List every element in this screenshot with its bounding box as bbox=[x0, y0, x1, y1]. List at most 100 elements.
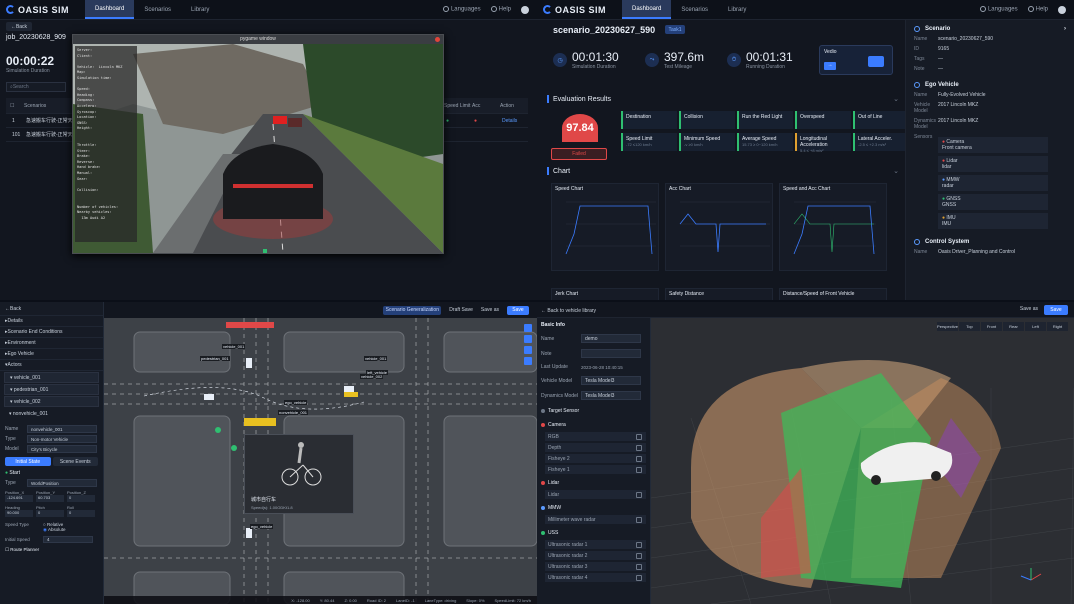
sensor-group-row[interactable]: Lidar bbox=[541, 478, 646, 488]
sensor-item[interactable]: Ultrasonic radar 1 bbox=[545, 540, 646, 549]
speed-chart[interactable]: Speed Chart bbox=[551, 183, 659, 271]
criteria-cell: Collision bbox=[679, 111, 735, 129]
dynamics-model-select[interactable]: Tesla Model3 bbox=[581, 391, 641, 400]
position-z-field[interactable]: 0 bbox=[67, 495, 95, 502]
vehicle-model-select[interactable]: Tesla Model3 bbox=[581, 376, 641, 385]
sensor-group-row[interactable]: Camera bbox=[541, 420, 646, 430]
sidebar-item-environment[interactable]: ▸ Environment bbox=[0, 338, 103, 349]
nav-scenarios[interactable]: Scenarios bbox=[671, 0, 718, 19]
view-button-right[interactable]: Right bbox=[1047, 322, 1068, 331]
brand-logo[interactable]: OASIS SIM bbox=[537, 5, 622, 15]
name-field[interactable]: nonvehicle_001 bbox=[27, 425, 97, 433]
zoom-out-icon[interactable] bbox=[524, 346, 532, 354]
camera-icon bbox=[868, 56, 884, 67]
play-arrow-icon[interactable]: → bbox=[824, 62, 836, 70]
actor-item[interactable]: ▾ pedestrian_001 bbox=[4, 384, 99, 395]
zoom-in-icon[interactable] bbox=[524, 335, 532, 343]
front-vehicle-chart[interactable]: Distance/Speed of Front Vehicle bbox=[779, 288, 887, 300]
back-to-library-link[interactable]: ← Back to vehicle library bbox=[541, 308, 596, 314]
acc-chart[interactable]: Acc Chart bbox=[665, 183, 773, 271]
model-select[interactable]: City's Bicycle bbox=[27, 445, 97, 453]
close-icon[interactable] bbox=[435, 37, 440, 42]
sidebar-item-actors[interactable]: ▾ Actors bbox=[0, 360, 103, 371]
sensor-item[interactable]: Depth bbox=[545, 443, 646, 452]
initial-speed-field[interactable]: 4 bbox=[43, 536, 93, 543]
type-select[interactable]: Non-motor Vehicle bbox=[27, 435, 97, 443]
speed-acc-chart[interactable]: Speed and Acc Chart bbox=[779, 183, 887, 271]
sidebar-item-ego-vehicle[interactable]: ▸ Ego Vehicle bbox=[0, 349, 103, 360]
actor-item[interactable]: ▾ vehicle_001 bbox=[4, 372, 99, 383]
chart-section-header[interactable]: Chart ⌄ bbox=[547, 167, 899, 175]
sensor-group-row[interactable]: USS bbox=[541, 528, 646, 538]
sensor-group-row[interactable]: MMW bbox=[541, 503, 646, 513]
languages-menu[interactable]: Languages bbox=[442, 6, 481, 13]
sensor-item[interactable]: RGB bbox=[545, 432, 646, 441]
3d-sensor-viewport[interactable]: Perspective Top Front Rear Left Right bbox=[650, 318, 1074, 604]
help-menu[interactable]: Help bbox=[490, 6, 511, 13]
scenario-heading[interactable]: Scenario › bbox=[914, 26, 1066, 32]
position-y-field[interactable]: 60.703 bbox=[36, 495, 64, 502]
save-as-button[interactable]: Save as bbox=[481, 307, 499, 313]
scenario-generalization-button[interactable]: Scenario Generalization bbox=[383, 305, 442, 315]
sensor-item[interactable]: Ultrasonic radar 4 bbox=[545, 573, 646, 582]
sensor-item[interactable]: Fisheye 1 bbox=[545, 465, 646, 474]
view-button-perspective[interactable]: Perspective bbox=[937, 322, 958, 331]
back-button[interactable]: ← Back bbox=[6, 22, 32, 31]
select-all-checkbox[interactable]: ☐ bbox=[10, 103, 24, 109]
help-menu[interactable]: Help bbox=[1027, 6, 1048, 13]
note-field[interactable] bbox=[581, 349, 641, 358]
view-button-left[interactable]: Left bbox=[1025, 322, 1046, 331]
sidebar-item-details[interactable]: ▸ Details bbox=[0, 316, 103, 327]
target-sensor-row[interactable]: Target Sensor bbox=[541, 406, 646, 416]
pitch-field[interactable]: 0 bbox=[36, 510, 64, 517]
safety-distance-chart[interactable]: Safety Distance bbox=[665, 288, 773, 300]
actor-item[interactable]: ▾ nonvehicle_001 bbox=[4, 408, 99, 419]
nav-library[interactable]: Library bbox=[181, 0, 219, 19]
select-tool-icon[interactable] bbox=[524, 324, 532, 332]
avatar[interactable] bbox=[521, 5, 529, 14]
name-field[interactable]: demo bbox=[581, 334, 641, 343]
tab-initial-state[interactable]: Initial State bbox=[5, 457, 51, 466]
avatar[interactable] bbox=[1058, 5, 1066, 14]
road-map-canvas[interactable]: vehicle_001 vehicle_001 pedestrian_001 vehi… bbox=[104, 318, 537, 604]
nav-dashboard[interactable]: Dashboard bbox=[85, 0, 135, 19]
sensor-item[interactable]: Fisheye 2 bbox=[545, 454, 646, 463]
search-input[interactable]: ⌕ Search bbox=[6, 82, 66, 92]
languages-menu[interactable]: Languages bbox=[979, 6, 1018, 13]
nav-dashboard[interactable]: Dashboard bbox=[622, 0, 672, 19]
sensor-item[interactable]: Millimeter wave radar bbox=[545, 515, 646, 524]
brand-logo[interactable]: OASIS SIM bbox=[0, 5, 85, 15]
window-titlebar[interactable]: pygame window bbox=[73, 35, 443, 44]
view-button-top[interactable]: Top bbox=[959, 322, 980, 331]
sidebar-item-end-conditions[interactable]: ▸ Scenario End Conditions bbox=[0, 327, 103, 338]
save-button[interactable]: Save bbox=[1044, 305, 1068, 315]
chevron-down-icon[interactable]: ⌄ bbox=[893, 167, 899, 175]
tab-scene-events[interactable]: Scene Events bbox=[52, 457, 98, 466]
draft-save-button[interactable]: Draft Save bbox=[449, 307, 473, 313]
fit-view-icon[interactable] bbox=[524, 357, 532, 365]
chevron-down-icon[interactable]: ⌄ bbox=[893, 95, 899, 103]
jerk-chart[interactable]: Jerk Chart bbox=[551, 288, 659, 300]
save-as-button[interactable]: Save as bbox=[1020, 306, 1038, 312]
sensor-item[interactable]: Lidar bbox=[545, 490, 646, 499]
video-card[interactable]: Vedio → bbox=[819, 45, 893, 75]
roll-field[interactable]: 0 bbox=[67, 510, 95, 517]
nav-scenarios[interactable]: Scenarios bbox=[134, 0, 181, 19]
chevron-right-icon[interactable]: › bbox=[1064, 26, 1066, 32]
sensor-item[interactable]: Ultrasonic radar 2 bbox=[545, 551, 646, 560]
score-value: 97.84 bbox=[562, 114, 598, 142]
back-button[interactable]: ← Back bbox=[0, 302, 103, 316]
nav-library[interactable]: Library bbox=[718, 0, 756, 19]
absolute-radio[interactable]: ◉ Absolute bbox=[43, 527, 65, 533]
heading-field[interactable]: 90.000 bbox=[5, 510, 33, 517]
save-button[interactable]: Save bbox=[507, 305, 529, 315]
view-button-front[interactable]: Front bbox=[981, 322, 1002, 331]
view-button-rear[interactable]: Rear bbox=[1003, 322, 1024, 331]
position-x-field[interactable]: -124.691 bbox=[5, 495, 33, 502]
evaluation-section-header[interactable]: Evaluation Results ⌄ bbox=[547, 95, 899, 103]
position-type-select[interactable]: WorldPosition bbox=[27, 479, 97, 487]
sensor-item[interactable]: Ultrasonic radar 3 bbox=[545, 562, 646, 571]
details-link[interactable]: Details bbox=[502, 118, 517, 124]
pygame-window[interactable]: pygame window Server: Client: Vehicle: L… bbox=[72, 34, 444, 254]
actor-item[interactable]: ▾ vehicle_002 bbox=[4, 396, 99, 407]
